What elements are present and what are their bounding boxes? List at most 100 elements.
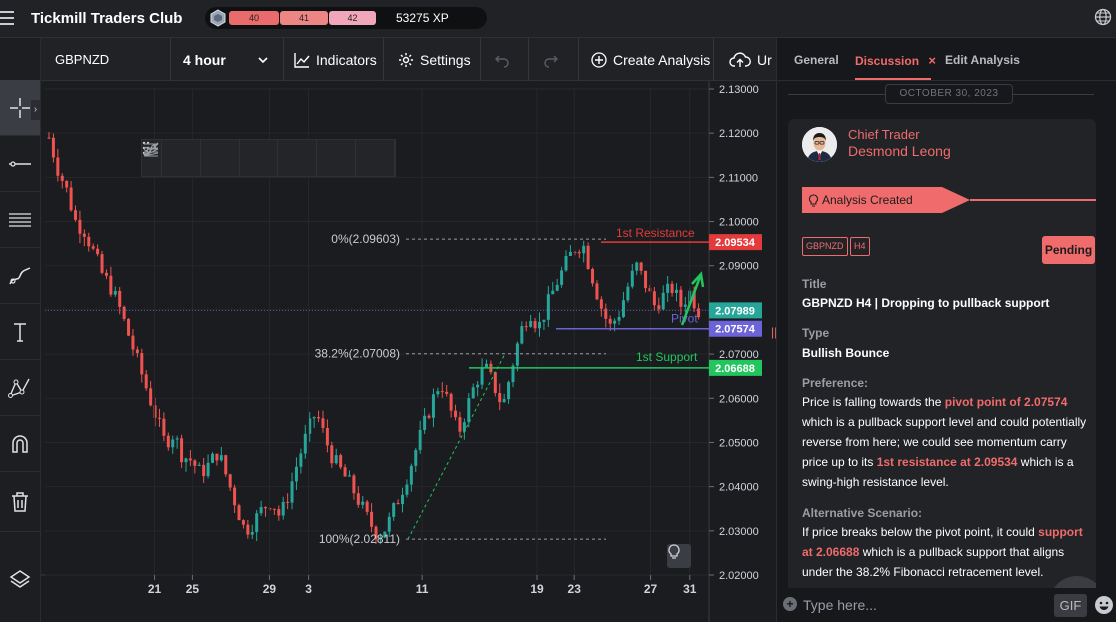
level-price-text: 2.09534 — [715, 237, 756, 249]
drawing-options-bar — [141, 139, 396, 177]
candle-body — [533, 320, 537, 329]
tab-discussion-label: Discussion — [855, 54, 920, 68]
horizontal-line-tool[interactable] — [0, 136, 40, 192]
text-tool[interactable] — [0, 304, 40, 360]
analysis-panel: General Discussion × Edit Analysis OCTOB… — [776, 38, 1116, 622]
author-role: Chief Trader — [848, 127, 920, 142]
candle-body — [228, 474, 232, 488]
candle-body — [418, 429, 422, 451]
upload-button[interactable]: Ur — [719, 38, 776, 81]
multi-line-tool[interactable] — [0, 192, 40, 248]
timeframe-dropdown[interactable]: 4 hour — [171, 38, 284, 81]
candle-body — [498, 393, 502, 403]
fib-retracement-icon[interactable] — [144, 140, 357, 176]
gif-button[interactable]: GIF — [1054, 594, 1087, 617]
ray-line-icon[interactable] — [143, 140, 279, 176]
candle-body — [193, 460, 197, 466]
candle-body — [405, 484, 409, 495]
layers-icon — [9, 570, 31, 588]
candle-body — [162, 418, 166, 436]
candle-body — [586, 245, 590, 269]
candle-body — [396, 503, 400, 505]
preference-text: Price is falling towards the pivot point… — [802, 395, 1087, 489]
candle-body — [303, 433, 307, 454]
symbol-tag: GBPNZD — [802, 237, 848, 256]
candle-body — [546, 294, 550, 320]
undo-button[interactable] — [481, 38, 529, 81]
pattern-icon — [8, 378, 30, 398]
candle-body — [47, 137, 51, 139]
candle-body — [361, 501, 365, 505]
magnet-tool[interactable] — [0, 416, 40, 472]
candle-body — [140, 353, 144, 375]
layers-tool[interactable] — [0, 552, 40, 608]
lightbulb-icon[interactable] — [667, 544, 691, 568]
candle-body — [91, 246, 95, 249]
price-chart[interactable]: 2.130002.120002.110002.100002.090002.080… — [41, 81, 776, 622]
fib-fan-icon[interactable] — [143, 140, 395, 176]
pattern-tool[interactable] — [0, 360, 40, 416]
candle-body — [564, 255, 568, 271]
tab-general[interactable]: General — [794, 53, 839, 67]
y-tick-label: 2.04000 — [719, 482, 759, 494]
candle-body — [272, 508, 276, 510]
candle-body — [599, 299, 603, 309]
trash-icon — [12, 491, 28, 512]
x-tick-label: 29 — [263, 582, 277, 596]
author-name[interactable]: Desmond Leong — [848, 143, 951, 159]
candle-body — [330, 445, 334, 464]
indicator-chart-icon — [294, 52, 310, 68]
candle-body — [202, 464, 206, 477]
add-attachment-icon[interactable]: + — [783, 597, 797, 611]
candle-body — [347, 475, 351, 477]
redo-button[interactable] — [529, 38, 579, 81]
candle-body — [215, 453, 219, 461]
horizontal-ray-icon[interactable] — [143, 140, 201, 176]
x-tick-label: 25 — [186, 582, 200, 596]
trend-line-icon[interactable] — [143, 140, 240, 176]
candle-body — [281, 501, 285, 516]
plus-circle-icon — [591, 51, 607, 68]
text-icon — [14, 322, 26, 342]
avatar[interactable] — [802, 127, 837, 162]
candle-body — [666, 283, 670, 293]
candle-body — [100, 254, 104, 273]
timeframe-label: 4 hour — [183, 51, 226, 68]
brush-tool[interactable] — [0, 248, 40, 304]
indicators-button[interactable]: Indicators — [284, 38, 384, 81]
settings-button[interactable]: Settings — [384, 38, 481, 81]
message-input[interactable] — [803, 596, 1033, 614]
candle-body — [233, 487, 237, 506]
candle-body — [608, 318, 612, 324]
candle-body — [674, 289, 678, 293]
create-analysis-button[interactable]: Create Analysis — [581, 38, 714, 81]
emoji-icon[interactable] — [1094, 595, 1114, 615]
globe-icon[interactable] — [1094, 8, 1112, 26]
candle-body — [299, 453, 303, 467]
symbol-selector[interactable]: GBPNZD — [41, 38, 171, 81]
candle-body — [325, 428, 329, 446]
candle-body — [493, 372, 497, 394]
extended-line-icon[interactable] — [143, 140, 318, 176]
y-tick-label: 2.11000 — [719, 172, 758, 184]
candle-body — [621, 300, 625, 318]
close-icon[interactable]: × — [928, 53, 936, 68]
rank-badge-icon — [210, 9, 226, 27]
drawing-toolbar: › — [0, 38, 41, 622]
candle-body — [259, 507, 263, 514]
candle-body — [206, 462, 210, 477]
candle-body — [423, 415, 427, 430]
x-tick-label: 19 — [530, 582, 544, 596]
candle-body — [670, 283, 674, 293]
tab-edit-analysis[interactable]: Edit Analysis — [945, 53, 1020, 67]
candle-body — [69, 187, 73, 211]
tab-discussion[interactable]: Discussion × — [855, 53, 936, 68]
candle-body — [294, 466, 298, 482]
expand-tools-icon[interactable]: › — [31, 100, 40, 120]
candle-body — [131, 335, 135, 350]
delete-tool[interactable] — [0, 472, 40, 532]
candle-body — [591, 268, 595, 284]
candle-body — [440, 391, 444, 393]
menu-icon[interactable] — [0, 11, 16, 25]
candle-body — [197, 464, 201, 466]
